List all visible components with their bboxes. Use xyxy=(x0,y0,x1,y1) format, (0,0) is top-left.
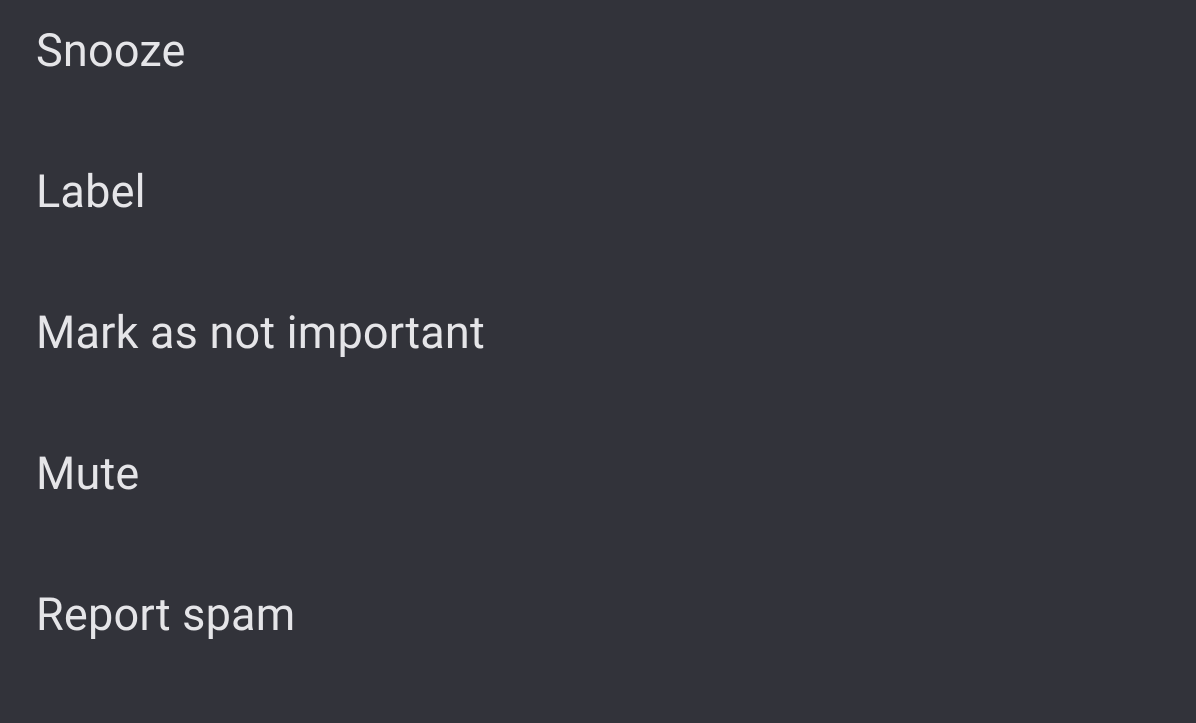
menu-item-label[interactable]: Label xyxy=(36,159,1196,300)
menu-item-label: Snooze xyxy=(36,28,186,73)
menu-item-label: Report spam xyxy=(36,592,295,637)
menu-item-snooze[interactable]: Snooze xyxy=(36,18,1196,159)
menu-item-label: Mute xyxy=(36,451,139,496)
menu-item-mark-not-important[interactable]: Mark as not important xyxy=(36,300,1196,441)
menu-item-report-spam[interactable]: Report spam xyxy=(36,582,1196,723)
menu-item-label: Mark as not important xyxy=(36,310,485,355)
context-menu: Snooze Label Mark as not important Mute … xyxy=(0,0,1196,723)
menu-item-mute[interactable]: Mute xyxy=(36,441,1196,582)
menu-item-label: Label xyxy=(36,169,146,214)
